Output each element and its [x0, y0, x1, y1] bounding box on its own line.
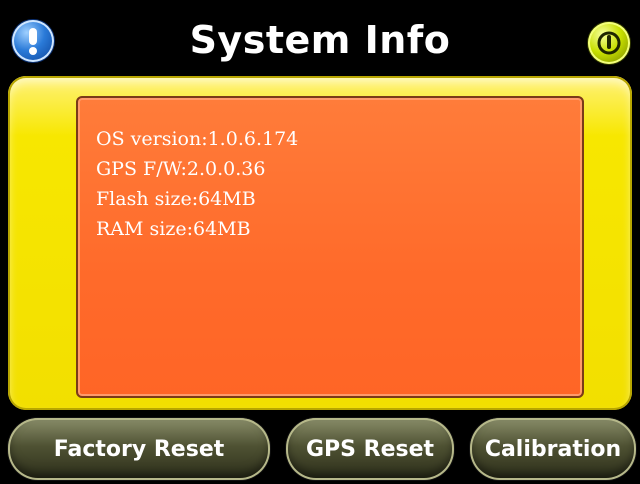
gps-firmware-text: GPS F/W:2.0.0.36: [96, 158, 266, 180]
info-box: OS version:1.0.6.174 GPS F/W:2.0.0.36 Fl…: [76, 96, 584, 398]
bottom-button-bar: Factory Reset GPS Reset Calibration: [0, 414, 640, 484]
system-info-panel: OS version:1.0.6.174 GPS F/W:2.0.0.36 Fl…: [8, 76, 632, 410]
power-button[interactable]: [588, 22, 630, 64]
info-list: OS version:1.0.6.174 GPS F/W:2.0.0.36 Fl…: [96, 124, 298, 244]
ram-size-text: RAM size:64MB: [96, 218, 251, 240]
header: System Info: [0, 0, 640, 80]
os-version-text: OS version:1.0.6.174: [96, 128, 299, 150]
gps-reset-button[interactable]: GPS Reset: [286, 418, 454, 480]
power-icon: [597, 31, 621, 55]
flash-size-text: Flash size:64MB: [96, 188, 256, 210]
factory-reset-button[interactable]: Factory Reset: [8, 418, 270, 480]
device-screen: System Info OS version:1.0.6.174 GPS F/W…: [0, 0, 640, 484]
page-title: System Info: [189, 18, 451, 62]
calibration-button[interactable]: Calibration: [470, 418, 636, 480]
